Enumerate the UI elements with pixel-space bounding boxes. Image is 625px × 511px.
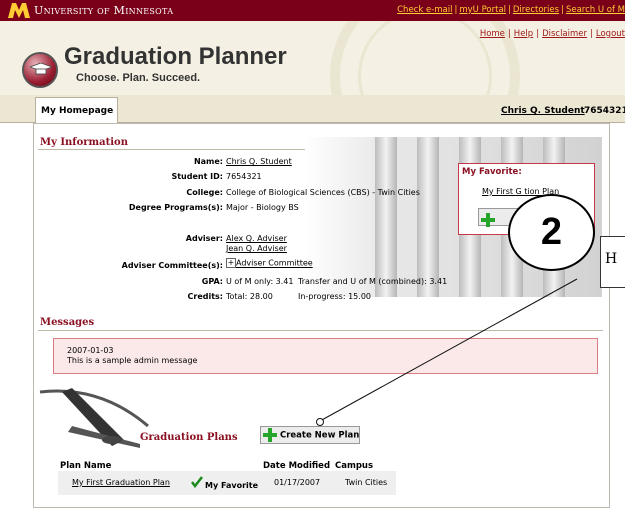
user-name-link[interactable]: Chris Q. Student [501,106,585,116]
app-title: Graduation Planner [64,43,287,70]
plan-date-modified: 01/17/2007 [274,478,321,487]
degree-programs-value: Major - Biology BS [226,203,299,212]
adviser-link-1[interactable]: Alex Q. Adviser [226,234,287,243]
adviser-committee-label: Adviser Committee(s): [121,261,223,270]
app-tagline: Choose. Plan. Succeed. [76,72,201,84]
adviser-label: Adviser: [185,234,223,243]
college-label: College: [186,188,223,197]
plan-name-header: Plan Name [60,461,112,471]
name-label: Name: [193,157,223,166]
date-modified-header: Date Modified [263,461,331,471]
myu-portal-link[interactable]: myU Portal [459,5,506,15]
messages-title: Messages [40,317,95,328]
disclaimer-link[interactable]: Disclaimer [542,29,587,39]
degree-programs-label: Degree Programs(s): [128,203,223,212]
message-date: 2007-01-03 [67,346,114,355]
tab-my-homepage[interactable]: My Homepage [35,97,118,123]
directories-link[interactable]: Directories [513,5,559,15]
plan-campus: Twin Cities [345,478,388,487]
student-id-label: Student ID: [171,172,223,181]
credits-total-value: Total: 28.00 [226,292,273,301]
home-link[interactable]: Home [480,29,505,39]
adviser-link-2[interactable]: Jean Q. Adviser [226,244,287,253]
my-favorite-title: My Favorite: [462,167,522,177]
graduation-plans-title: Graduation Plans [140,432,238,443]
credits-label: Credits: [187,292,224,301]
logout-link[interactable]: Logout [596,29,625,39]
message-text: This is a sample admin message [67,356,198,365]
my-information-title: My Information [40,137,128,148]
check-email-link[interactable]: Check e-mail [397,5,452,15]
tab-bar: My Homepage Chris Q. Student 7654321 [0,95,625,123]
user-id: 7654321 [584,106,625,116]
student-id-value: 7654321 [226,172,262,181]
favorite-indicator: My Favorite [205,481,259,490]
college-value: College of Biological Sciences (CBS) - T… [226,188,420,197]
annotation-callout: H [600,236,625,288]
search-umn-link[interactable]: Search U of M [566,5,625,15]
student-name-link[interactable]: Chris Q. Student [226,157,292,166]
create-new-plan-button[interactable]: Create New Plan [260,426,360,444]
plus-icon [263,428,277,442]
global-links: Check e-mail | myU Portal | Directories | Sear… [397,5,625,15]
university-bar: University of Minnesota Check e-mail | myU… [0,0,625,21]
plan-name-link[interactable]: My First Graduation Plan [72,478,170,487]
campus-header: Campus [335,461,374,471]
credits-inprogress-value: In-progress: 15.00 [298,292,371,301]
gpa-combined-value: Transfer and U of M (combined): 3.41 [298,277,448,286]
university-name: University of Minnesota [34,4,174,17]
step-number-badge: 2 [508,194,595,271]
app-header: Graduation Planner Choose. Plan. Succeed… [0,21,625,101]
help-link[interactable]: Help [514,29,533,39]
adviser-committee-link[interactable]: + Adviser Committee [226,258,313,268]
umn-logo-icon [8,3,30,18]
header-links: Home | Help | Disclaimer | Logout [479,29,625,39]
plus-icon [481,213,495,227]
expand-plus-icon[interactable]: + [226,258,236,268]
gpa-umn-value: U of M only: 3.41 [226,277,294,286]
checkmark-icon [191,476,203,488]
gpa-label: GPA: [201,277,223,286]
graduation-cap-icon [30,63,52,75]
